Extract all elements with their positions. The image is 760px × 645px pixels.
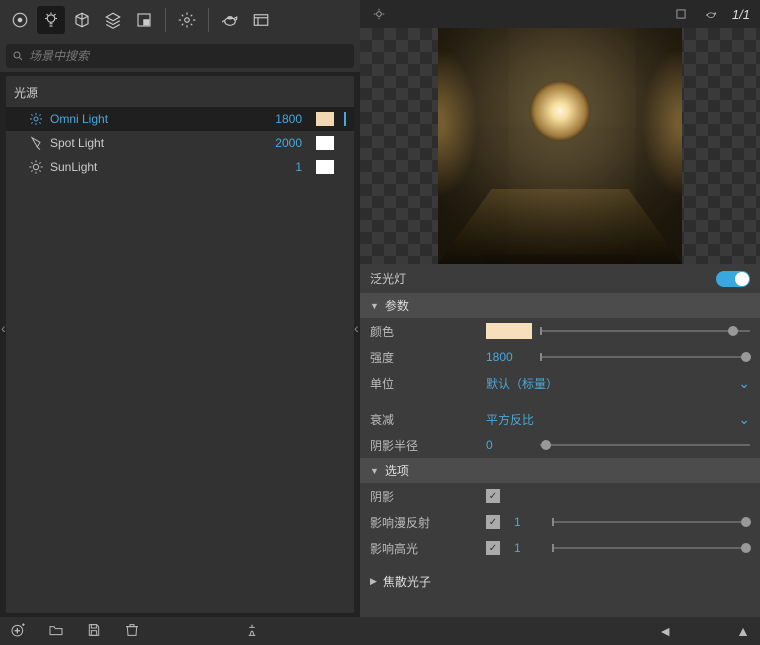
teapot-small-icon[interactable] <box>702 5 720 23</box>
light-item-swatch[interactable] <box>316 112 334 126</box>
unit-dropdown[interactable]: 默认（标量） <box>486 375 730 392</box>
row-unit[interactable]: 单位 默认（标量） ⌄ <box>360 370 760 396</box>
chevron-down-icon: ⌄ <box>738 411 750 428</box>
light-item-label: Spot Light <box>50 136 256 150</box>
search-input[interactable] <box>29 49 348 63</box>
footer-toolbar: ◄ ▲ <box>0 617 760 645</box>
spot-light-icon <box>28 135 44 151</box>
light-item-spot[interactable]: Spot Light 2000 <box>6 131 354 155</box>
row-specular: 影响高光 ✓ 1 <box>360 535 760 561</box>
row-shadow-radius: 阴影半径 0 <box>360 432 760 458</box>
triangle-right-icon: ▶ <box>370 576 377 587</box>
color-swatch[interactable] <box>486 323 532 339</box>
gear-icon[interactable] <box>173 6 201 34</box>
light-item-label: SunLight <box>50 160 256 174</box>
intensity-value[interactable]: 1800 <box>486 350 532 364</box>
omni-light-icon <box>28 111 44 127</box>
section-options[interactable]: ▼ 选项 <box>360 458 760 483</box>
light-item-omni[interactable]: Omni Light 1800 <box>6 107 354 131</box>
search-field[interactable] <box>6 44 354 68</box>
layers-icon[interactable] <box>99 6 127 34</box>
row-shadow: 阴影 ✓ <box>360 483 760 509</box>
light-item-sun[interactable]: SunLight 1 <box>6 155 354 179</box>
intensity-slider[interactable] <box>540 349 750 365</box>
left-toolbar <box>0 0 360 40</box>
section-params[interactable]: ▼ 参数 <box>360 293 760 318</box>
probe-icon[interactable] <box>244 622 260 641</box>
viewport-preview[interactable] <box>360 28 760 264</box>
light-item-swatch[interactable] <box>316 136 334 150</box>
falloff-dropdown[interactable]: 平方反比 <box>486 411 730 428</box>
shadow-radius-value[interactable]: 0 <box>486 438 532 452</box>
scene-tree: 光源 Omni Light 1800 Spot Light 2000 SunLi… <box>6 76 354 613</box>
new-icon[interactable] <box>10 622 26 641</box>
triangle-down-icon: ▼ <box>370 466 379 476</box>
collapse-left-icon[interactable]: ‹ <box>1 320 6 336</box>
color-slider[interactable] <box>540 323 750 339</box>
light-item-intensity: 2000 <box>262 136 310 150</box>
layout-icon[interactable] <box>247 6 275 34</box>
collapse-right-icon[interactable]: ‹ <box>354 320 359 336</box>
light-type-header: 泛光灯 <box>360 264 760 293</box>
trash-icon[interactable] <box>124 622 140 641</box>
aspect-ratio[interactable]: 1/1 <box>732 7 750 22</box>
diffuse-slider[interactable] <box>552 514 750 530</box>
save-icon[interactable] <box>86 622 102 641</box>
viewport-header: 1/1 <box>360 0 760 28</box>
nav-up-icon[interactable]: ▲ <box>736 623 750 639</box>
folder-icon[interactable] <box>48 622 64 641</box>
shadow-radius-slider[interactable] <box>540 437 750 453</box>
square-icon[interactable] <box>672 5 690 23</box>
cube-icon[interactable] <box>68 6 96 34</box>
light-enable-toggle[interactable] <box>716 271 750 287</box>
diffuse-value[interactable]: 1 <box>508 515 544 529</box>
teapot-icon[interactable] <box>216 6 244 34</box>
diffuse-checkbox[interactable]: ✓ <box>486 515 500 529</box>
light-item-intensity: 1 <box>262 160 310 174</box>
row-falloff[interactable]: 衰减 平方反比 ⌄ <box>360 406 760 432</box>
section-caustics[interactable]: ▶ 焦散光子 <box>360 569 760 594</box>
light-item-label: Omni Light <box>50 112 256 126</box>
scene-tree-header: 光源 <box>6 78 354 107</box>
sun-light-icon <box>28 159 44 175</box>
selection-marker <box>344 112 346 126</box>
light-item-intensity: 1800 <box>262 112 310 126</box>
shadow-checkbox[interactable]: ✓ <box>486 489 500 503</box>
world-icon[interactable] <box>6 6 34 34</box>
row-color: 颜色 <box>360 318 760 344</box>
specular-slider[interactable] <box>552 540 750 556</box>
frame-icon[interactable] <box>130 6 158 34</box>
nav-back-icon[interactable]: ◄ <box>658 623 672 639</box>
light-item-swatch[interactable] <box>316 160 334 174</box>
chevron-down-icon: ⌄ <box>738 375 750 392</box>
omni-indicator-icon[interactable] <box>370 5 388 23</box>
light-type-label: 泛光灯 <box>370 270 716 287</box>
row-intensity: 强度 1800 <box>360 344 760 370</box>
row-diffuse: 影响漫反射 ✓ 1 <box>360 509 760 535</box>
specular-value[interactable]: 1 <box>508 541 544 555</box>
triangle-down-icon: ▼ <box>370 301 379 311</box>
light-category-icon[interactable] <box>37 6 65 34</box>
specular-checkbox[interactable]: ✓ <box>486 541 500 555</box>
